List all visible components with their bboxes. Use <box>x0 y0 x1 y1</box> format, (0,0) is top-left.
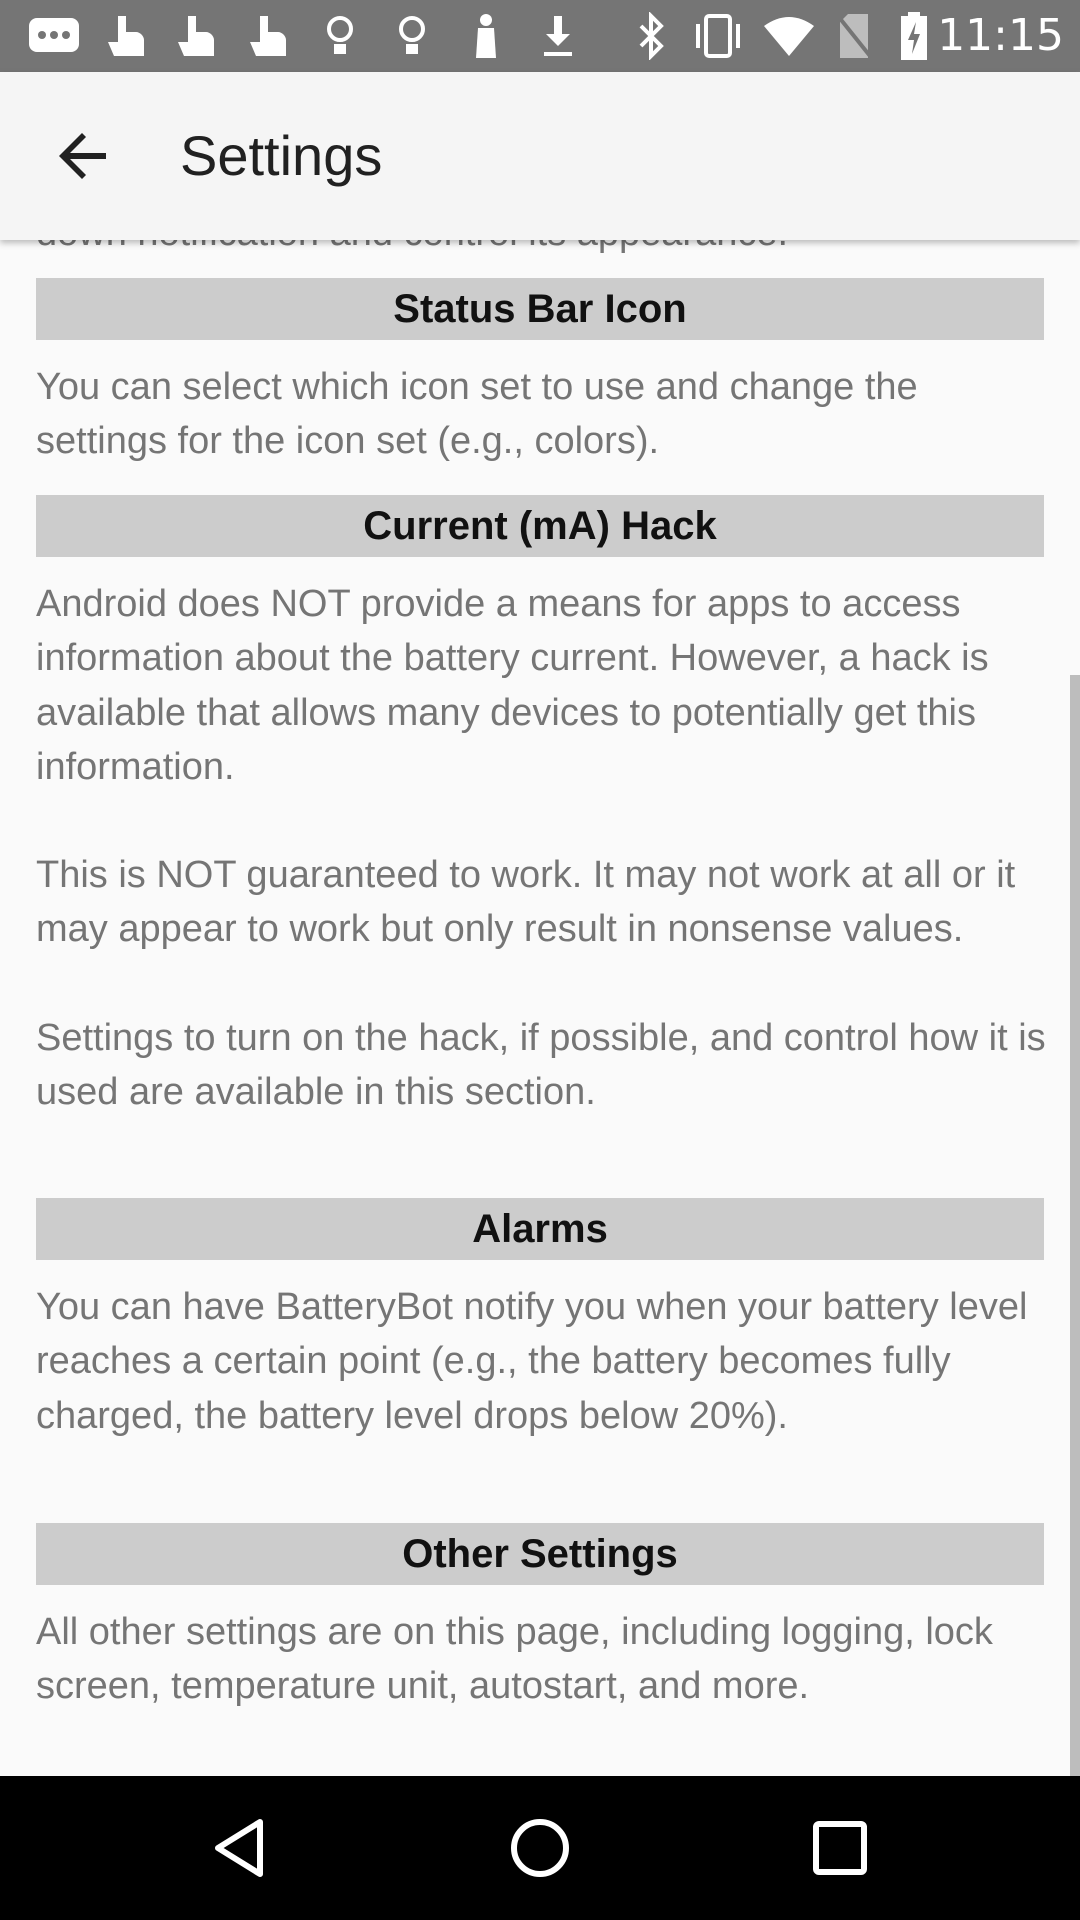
section-body-current-hack: Android does NOT provide a means for app… <box>36 577 1046 1119</box>
no-sim-icon <box>834 0 874 72</box>
section-body-status-bar-icon: You can select which icon set to use and… <box>36 360 1046 469</box>
bluetooth-icon <box>634 0 670 72</box>
download-icon <box>538 0 578 72</box>
navigation-bar <box>0 1776 1080 1920</box>
message-icon <box>26 0 82 72</box>
arrow-left-icon <box>59 133 106 179</box>
section-body-other-settings: All other settings are on this page, inc… <box>36 1605 1046 1714</box>
triangle-back-icon <box>215 1819 263 1877</box>
hand-icon <box>244 0 292 72</box>
app-bar: Settings <box>0 72 1080 240</box>
paragraph: You can select which icon set to use and… <box>36 366 918 463</box>
hand-icon <box>102 0 150 72</box>
paragraph: Android does NOT provide a means for app… <box>36 583 989 788</box>
page-title: Settings <box>180 124 383 187</box>
settings-help-content[interactable]: down notification and control its appear… <box>0 240 1080 1776</box>
paragraph: Settings to turn on the hack, if possibl… <box>36 1016 1046 1114</box>
section-header-current-hack: Current (mA) Hack <box>36 495 1044 557</box>
back-button[interactable] <box>36 108 132 204</box>
battery-charging-icon <box>896 0 932 72</box>
section-header-alarms: Alarms <box>36 1198 1044 1260</box>
nav-recents-button[interactable] <box>790 1798 890 1898</box>
scrollbar[interactable] <box>1070 675 1080 1776</box>
circle-home-icon <box>511 1819 569 1877</box>
lightbulb-icon <box>394 0 430 72</box>
clock: 11:15 <box>937 10 1064 61</box>
status-bar: 11:15 <box>0 0 1080 72</box>
paragraph: All other settings are on this page, inc… <box>36 1611 993 1708</box>
paragraph: This is NOT guaranteed to work. It may n… <box>36 854 1016 951</box>
nav-home-button[interactable] <box>490 1798 590 1898</box>
paragraph: You can have BatteryBot notify you when … <box>36 1286 1028 1437</box>
wifi-icon <box>762 0 816 72</box>
section-header-other-settings: Other Settings <box>36 1523 1044 1585</box>
nav-back-button[interactable] <box>190 1798 290 1898</box>
hand-icon <box>172 0 220 72</box>
vibrate-icon <box>690 0 746 72</box>
lightbulb-icon <box>322 0 358 72</box>
clipped-text: down notification and control its appear… <box>36 240 788 260</box>
section-header-status-bar-icon: Status Bar Icon <box>36 278 1044 340</box>
square-recents-icon <box>813 1821 867 1875</box>
section-body-alarms: You can have BatteryBot notify you when … <box>36 1280 1046 1443</box>
figure-icon <box>468 0 504 72</box>
